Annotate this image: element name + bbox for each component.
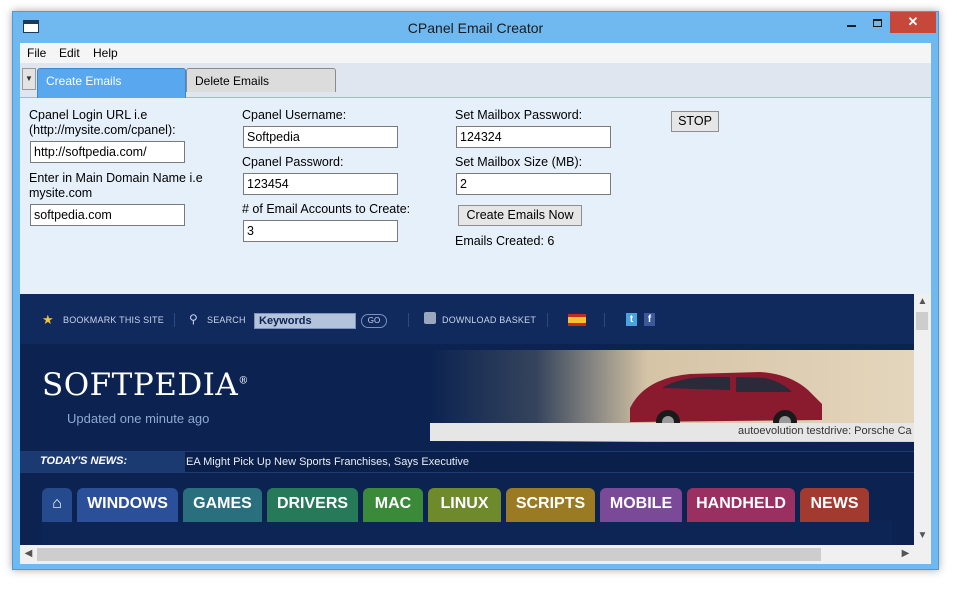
nav-tab-mobile[interactable]: MOBILE	[600, 488, 682, 522]
nav-underline	[42, 520, 892, 545]
mailbox-size-input[interactable]: 2	[456, 173, 611, 195]
close-icon: ✕	[907, 14, 919, 29]
username-label: Cpanel Username:	[242, 108, 347, 122]
mailbox-size-label: Set Mailbox Size (MB):	[455, 155, 583, 169]
bookmark-link[interactable]: BOOKMARK THIS SITE	[63, 315, 164, 325]
facebook-icon[interactable]: f	[644, 313, 655, 326]
menu-edit[interactable]: Edit	[59, 46, 80, 60]
password-label: Cpanel Password:	[242, 155, 344, 169]
window-title: CPanel Email Creator	[407, 20, 544, 36]
web-browser-view[interactable]: ★ BOOKMARK THIS SITE ⚲ SEARCH Keywords G…	[20, 294, 914, 545]
login-url-label: Cpanel Login URL i.e	[29, 108, 148, 122]
emails-created-status: Emails Created: 6	[455, 234, 555, 248]
scroll-up-icon[interactable]: ▲	[914, 296, 931, 307]
close-button[interactable]: ✕	[890, 12, 936, 33]
home-icon: ⌂	[52, 495, 62, 512]
star-icon: ★	[42, 312, 54, 327]
logo-text: SOFTPEDIA	[42, 367, 239, 403]
nav-tab-games[interactable]: GAMES	[183, 488, 262, 522]
scroll-right-icon[interactable]: ▶	[897, 548, 914, 559]
nav-tab-windows[interactable]: WINDOWS	[77, 488, 178, 522]
nav-tab-linux[interactable]: LINUX	[428, 488, 501, 522]
accounts-label: # of Email Accounts to Create:	[242, 202, 411, 216]
registered-mark: ®	[238, 375, 249, 387]
download-basket-icon	[424, 312, 436, 324]
tab-strip: ▼ Create Emails Delete Emails	[20, 63, 931, 98]
spanish-flag-icon[interactable]	[568, 314, 586, 326]
separator	[604, 313, 605, 327]
client-area: File Edit Help ▼ Create Emails Delete Em…	[20, 43, 931, 564]
mailbox-password-input[interactable]: 124324	[456, 126, 611, 148]
banner-caption[interactable]: autoevolution testdrive: Porsche Ca	[430, 423, 914, 441]
separator	[547, 313, 548, 327]
site-toolbar: ★ BOOKMARK THIS SITE ⚲ SEARCH Keywords G…	[20, 294, 914, 344]
domain-label-example: mysite.com	[29, 186, 93, 200]
mailbox-password-label: Set Mailbox Password:	[455, 108, 583, 122]
scroll-down-icon[interactable]: ▼	[914, 530, 931, 541]
search-label: SEARCH	[207, 315, 246, 325]
updated-text: Updated one minute ago	[67, 411, 210, 426]
vertical-scrollbar[interactable]: ▲ ▼	[914, 294, 931, 545]
news-headline[interactable]: EA Might Pick Up New Sports Franchises, …	[186, 456, 469, 468]
go-button[interactable]: GO	[361, 314, 387, 328]
app-window: CPanel Email Creator ✕ File Edit Help ▼ …	[12, 11, 939, 570]
tab-delete-emails[interactable]: Delete Emails	[186, 68, 336, 92]
username-input[interactable]: Softpedia	[243, 126, 398, 148]
password-input[interactable]: 123454	[243, 173, 398, 195]
nav-tab-news[interactable]: NEWS	[800, 488, 869, 522]
nav-tab-drivers[interactable]: DRIVERS	[267, 488, 358, 522]
search-input[interactable]: Keywords	[254, 313, 356, 329]
horizontal-scroll-thumb[interactable]	[37, 548, 821, 561]
separator	[174, 313, 175, 327]
stop-button[interactable]: STOP	[671, 111, 719, 132]
nav-tab-mac[interactable]: MAC	[363, 488, 423, 522]
minimize-button[interactable]	[838, 12, 864, 33]
menu-bar: File Edit Help	[20, 43, 931, 63]
menu-help[interactable]: Help	[93, 46, 118, 60]
nav-tab-scripts[interactable]: SCRIPTS	[506, 488, 595, 522]
twitter-icon[interactable]: t	[626, 313, 637, 326]
scroll-corner	[914, 545, 931, 564]
horizontal-scrollbar[interactable]: ◀ ▶	[20, 545, 914, 564]
maximize-icon	[872, 18, 882, 27]
tab-create-emails[interactable]: Create Emails	[37, 68, 186, 98]
nav-tab-handheld[interactable]: HANDHELD	[687, 488, 795, 522]
home-tab[interactable]: ⌂	[42, 488, 72, 522]
vertical-scroll-thumb[interactable]	[916, 312, 928, 330]
tab-dropdown-button[interactable]: ▼	[22, 68, 36, 90]
news-ticker: TODAY'S NEWS: EA Might Pick Up New Sport…	[20, 451, 914, 473]
search-icon: ⚲	[189, 312, 198, 326]
download-basket-link[interactable]: DOWNLOAD BASKET	[442, 315, 536, 325]
domain-input[interactable]: softpedia.com	[30, 204, 185, 226]
separator	[408, 313, 409, 327]
login-url-input[interactable]: http://softpedia.com/	[30, 141, 185, 163]
create-emails-button[interactable]: Create Emails Now	[458, 205, 582, 226]
domain-label: Enter in Main Domain Name i.e	[29, 171, 203, 185]
minimize-icon	[846, 24, 856, 27]
login-url-label-example: (http://mysite.com/cpanel):	[29, 123, 176, 137]
scroll-left-icon[interactable]: ◀	[20, 548, 37, 559]
create-emails-panel: Cpanel Login URL i.e (http://mysite.com/…	[20, 98, 931, 294]
menu-file[interactable]: File	[27, 46, 46, 60]
softpedia-logo[interactable]: SOFTPEDIA®	[42, 367, 249, 403]
maximize-button[interactable]	[864, 12, 890, 33]
accounts-input[interactable]: 3	[243, 220, 398, 242]
title-bar: CPanel Email Creator ✕	[13, 12, 938, 43]
todays-news-label: TODAY'S NEWS:	[20, 452, 185, 472]
